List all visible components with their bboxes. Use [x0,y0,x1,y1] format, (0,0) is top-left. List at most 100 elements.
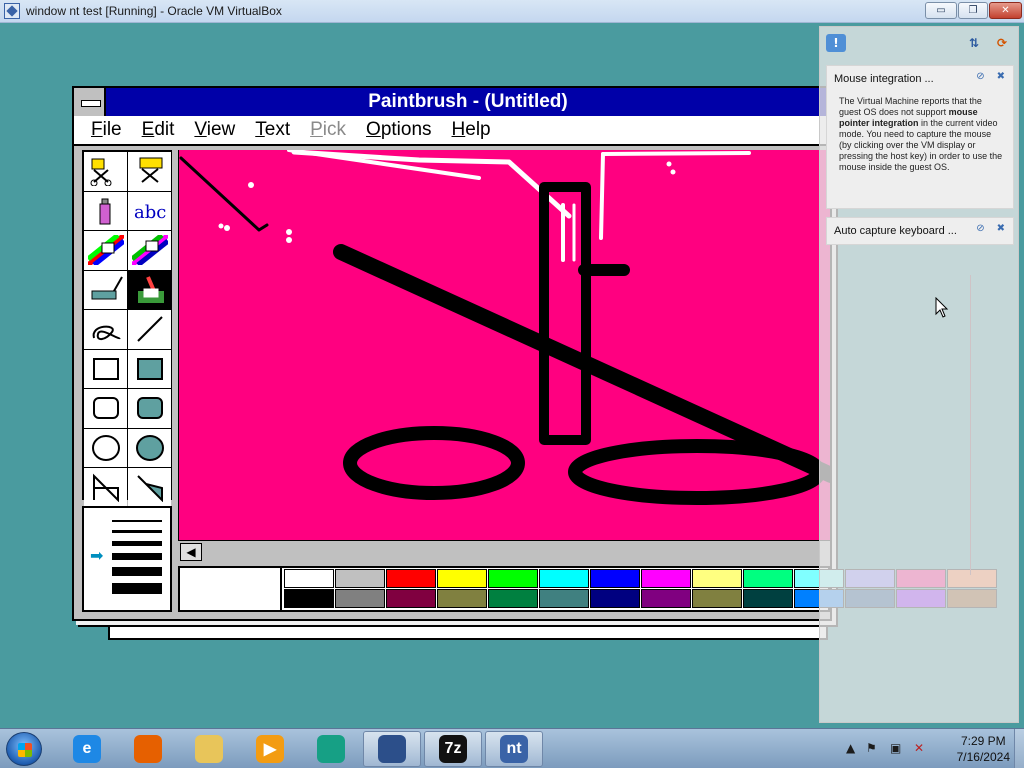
menu-file[interactable]: File [91,119,122,141]
menu-options[interactable]: Options [366,119,431,141]
palette-swatch[interactable] [743,589,793,608]
palette-swatch[interactable] [692,589,742,608]
palette-swatch[interactable] [590,569,640,588]
line-width-5[interactable] [112,567,162,576]
firefox-taskbar-button[interactable] [119,731,177,767]
close-button[interactable]: ✕ [989,2,1022,19]
filled-polygon-icon[interactable] [128,468,171,507]
line-width-2[interactable] [112,530,162,533]
system-menu-button[interactable] [74,88,106,116]
palette-swatch[interactable] [539,589,589,608]
palette-swatch[interactable] [539,569,589,588]
windows-nt-vm-taskbar-button[interactable]: nt [485,731,543,767]
menubar: File Edit View Text Pick Options Help [74,116,830,146]
color-eraser-icon[interactable] [84,231,127,270]
text-tool-icon[interactable]: abc [128,191,171,230]
file-explorer-icon [195,735,223,763]
palette-swatch[interactable] [743,569,793,588]
virtualbox-taskbar-button[interactable] [363,731,421,767]
palette-swatch[interactable] [284,569,334,588]
paintbrush-titlebar[interactable]: Paintbrush - (Untitled) [74,88,830,116]
menu-edit[interactable]: Edit [142,119,175,141]
current-colors [180,568,282,610]
menu-text[interactable]: Text [255,119,290,141]
taskbar: e ▶ 7z nt ▲ ⚑ ▣ ✕ 7:29 PM 7/16/2024 [0,728,1024,768]
eraser-icon[interactable] [128,231,171,270]
palette-swatch[interactable] [641,589,691,608]
curve-icon[interactable] [84,310,127,349]
internet-explorer-icon: e [73,735,101,763]
paint-roller-icon[interactable] [84,270,127,309]
line-width-selector[interactable]: ➡ [82,506,172,612]
box-icon[interactable] [84,349,127,388]
airbrush-icon[interactable] [84,191,127,230]
palette-swatch[interactable] [437,569,487,588]
stroke-white-top [291,150,572,219]
palette-swatch[interactable] [590,589,640,608]
scroll-left-button[interactable]: ◀ [180,543,202,561]
sort-icon[interactable]: ⇅ [964,34,984,52]
virtualbox-app-icon[interactable] [4,3,20,19]
message-icon[interactable]: ! [826,34,846,52]
show-hidden-icons-icon[interactable]: ▲ [846,741,855,755]
palette-swatch[interactable] [335,589,385,608]
palette-swatch[interactable] [335,569,385,588]
clock-date: 7/16/2024 [956,750,1010,764]
drawing-canvas[interactable] [178,150,830,542]
firefox-icon [134,735,162,763]
filled-circle-icon[interactable] [128,428,171,467]
show-desktop-button[interactable] [1014,729,1024,768]
polygon-icon[interactable] [84,468,127,507]
media-player-taskbar-button[interactable]: ▶ [241,731,299,767]
internet-explorer-taskbar-button[interactable]: e [58,731,116,767]
notification-toolbar: ! ⇅ ⟳ [820,27,1020,61]
line-width-3[interactable] [112,541,162,546]
filled-box-icon[interactable] [128,349,171,388]
start-button[interactable] [6,732,42,766]
paintbrush-title: Paintbrush - (Untitled) [368,91,568,112]
stroke-black-ellipse-left [343,426,525,500]
minimize-button[interactable]: ▭ [925,2,957,19]
scissors-icon[interactable] [84,152,127,191]
palette-swatch[interactable] [284,589,334,608]
palette-swatch[interactable] [386,569,436,588]
palette-swatch[interactable] [641,569,691,588]
circle-icon[interactable] [84,428,127,467]
selected-width-arrow-icon: ➡ [90,546,104,565]
stroke-white-vert [599,152,605,240]
clock-time: 7:29 PM [960,734,1006,748]
system-tray: ▲ ⚑ ▣ ✕ 7:29 PM 7/16/2024 [840,729,1024,768]
dismiss-icon[interactable]: ✖ [997,71,1005,82]
volume-muted-icon[interactable]: ✕ [914,741,924,755]
clock[interactable]: 7:29 PM 7/16/2024 [957,733,1010,765]
dont-show-again-icon[interactable]: ⊘ [976,71,984,82]
network-icon[interactable]: ▣ [890,741,901,755]
line-width-6[interactable] [112,583,162,594]
menu-view[interactable]: View [194,119,235,141]
line-width-4[interactable] [112,553,162,560]
menu-help[interactable]: Help [452,119,491,141]
palette-swatch[interactable] [488,589,538,608]
file-explorer-taskbar-button[interactable] [180,731,238,767]
rounded-box-icon[interactable] [84,389,127,428]
palette-swatch[interactable] [488,569,538,588]
maximize-button[interactable]: ❐ [958,2,988,19]
app-taskbar-button[interactable] [302,731,360,767]
palette-swatch[interactable] [692,569,742,588]
palette-swatch[interactable] [386,589,436,608]
line-icon[interactable] [128,310,171,349]
dont-show-again-icon[interactable]: ⊘ [976,223,984,234]
palette-swatch[interactable] [437,589,487,608]
horizontal-scrollbar[interactable]: ◀ [178,540,830,562]
keep-open-icon[interactable]: ⟳ [992,34,1012,52]
brush-icon[interactable] [128,270,171,309]
action-center-flag-icon[interactable]: ⚑ [866,741,877,755]
filled-rounded-box-icon[interactable] [128,389,171,428]
stroke-black-ellipse-right [568,439,826,505]
notification-card-keyboard: Auto capture keyboard ... ⊘ ✖ [826,217,1014,245]
7zip-taskbar-button[interactable]: 7z [424,731,482,767]
line-width-1[interactable] [112,520,162,522]
menu-pick[interactable]: Pick [310,119,346,141]
pick-scissors-icon[interactable] [128,152,171,191]
dismiss-icon[interactable]: ✖ [997,223,1005,234]
